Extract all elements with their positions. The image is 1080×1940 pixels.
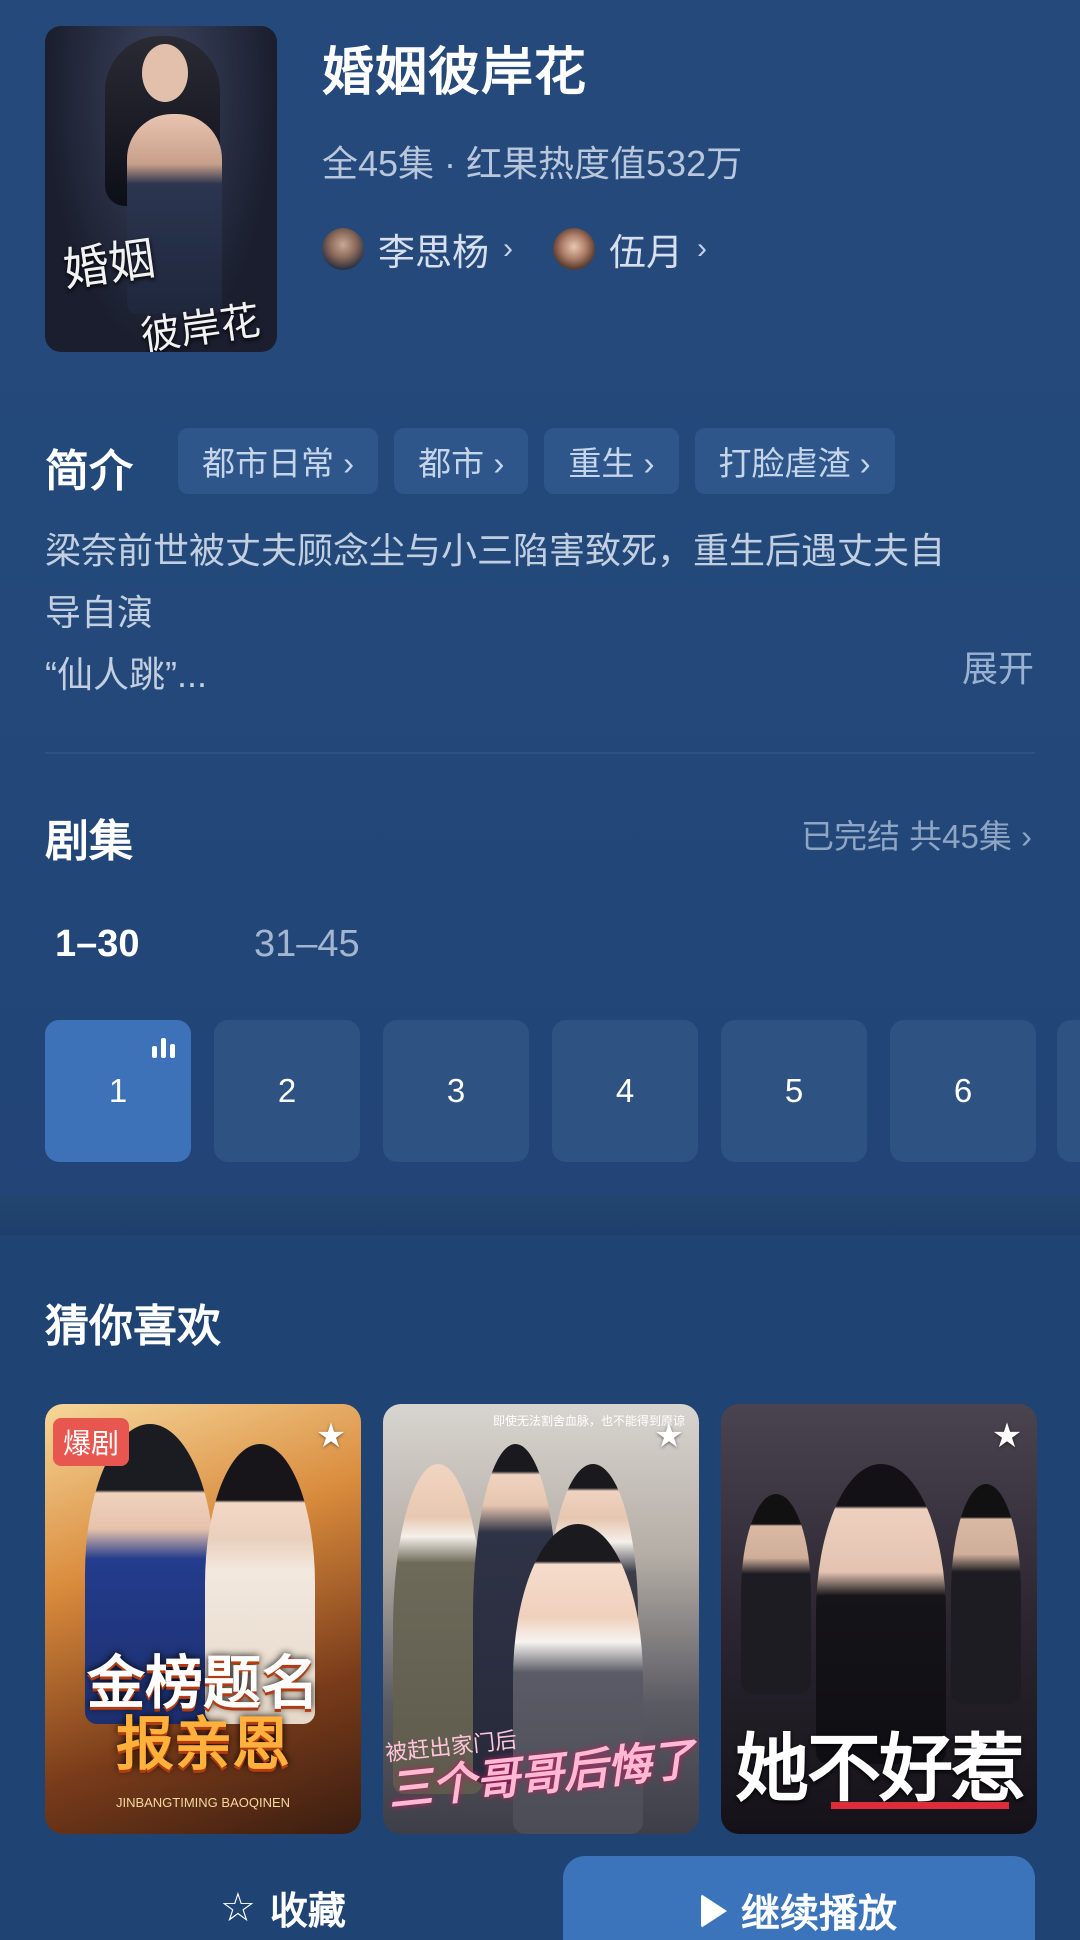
episode-number: 3 (446, 1072, 466, 1109)
actor-avatar (322, 228, 364, 270)
card-subtitle: JINBANGTIMING BAOQINEN (115, 1795, 291, 1810)
tag-chip[interactable]: 重生 › (544, 428, 679, 494)
favorite-label: 收藏 (269, 1891, 346, 1933)
play-icon (700, 1894, 727, 1928)
episode-button[interactable]: 4 (552, 1020, 698, 1162)
card-title: 金榜题名 报亲恩 (45, 1651, 361, 1777)
episode-button[interactable]: 3 (383, 1020, 529, 1162)
actor-name: 李思杨 (378, 232, 489, 273)
chevron-right-icon: › (697, 232, 707, 265)
expand-button[interactable]: 展开 (962, 640, 1034, 692)
recommend-card[interactable]: ★ 她不好惹 (721, 1404, 1037, 1834)
star-icon[interactable]: ★ (313, 1418, 349, 1454)
recommend-card[interactable]: 即使无法割舍血脉，也不能得到原谅 ★ 三个哥哥后悔了 被赶出家门后 (383, 1404, 699, 1834)
episodes-heading: 剧集 (45, 817, 133, 866)
episode-button[interactable]: 2 (214, 1020, 360, 1162)
intro-heading: 简介 (45, 447, 133, 496)
episode-number: 2 (277, 1072, 297, 1109)
episodes-status-link[interactable]: 已完结 共45集 › (801, 810, 1032, 858)
episode-button-active[interactable]: 1 (45, 1020, 191, 1162)
playing-indicator-icon (152, 1038, 175, 1058)
show-title: 婚姻彼岸花 (322, 44, 588, 102)
episode-button[interactable]: 5 (721, 1020, 867, 1162)
show-meta: 全45集 · 红果热度值532万 (322, 143, 743, 184)
recommend-heading: 猜你喜欢 (45, 1302, 221, 1351)
intro-line: 梁奈前世被丈夫顾念尘与小三陷害致死，重生后遇丈夫自 (45, 530, 946, 571)
card-figure (951, 1484, 1021, 1704)
actor-link[interactable]: 伍月 › (553, 222, 707, 276)
card-title-line2: 报亲恩 (115, 1711, 290, 1777)
actor-list: 李思杨 › 伍月 › (322, 222, 707, 276)
star-icon[interactable]: ★ (989, 1418, 1025, 1454)
intro-line: 导自演 (45, 592, 154, 633)
tag-chip[interactable]: 都市日常 › (178, 428, 379, 494)
episode-number: 4 (615, 1072, 635, 1109)
favorite-button[interactable]: ☆ 收藏 (220, 1880, 346, 1935)
actor-avatar (553, 228, 595, 270)
title-underline (831, 1802, 1009, 1809)
chevron-right-icon: › (503, 232, 513, 265)
actor-link[interactable]: 李思杨 › (322, 222, 513, 276)
star-icon[interactable]: ★ (651, 1418, 687, 1454)
hot-badge: 爆剧 (53, 1418, 130, 1466)
tag-list: 都市日常 › 都市 › 重生 › 打脸虐渣 › (178, 428, 895, 494)
episode-button[interactable]: 6 (890, 1020, 1036, 1162)
card-figure (741, 1494, 811, 1694)
continue-play-label: 继续播放 (740, 1893, 897, 1936)
card-title-line1: 金榜题名 (86, 1651, 319, 1716)
section-divider-band (0, 1195, 1080, 1235)
episode-number: 6 (953, 1072, 973, 1109)
actor-name: 伍月 (609, 232, 683, 273)
star-outline-icon: ☆ (220, 1885, 256, 1930)
divider (45, 752, 1035, 754)
card-title: 她不好惹 (735, 1727, 1025, 1810)
episode-number: 5 (784, 1072, 804, 1109)
poster-title-line1: 婚姻 (59, 230, 159, 298)
tab-range-31-45[interactable]: 31–45 (254, 923, 360, 966)
recommend-list: 爆剧 ★ 金榜题名 报亲恩 JINBANGTIMING BAOQINEN 即使无… (45, 1404, 1037, 1834)
show-poster[interactable]: 婚姻 彼岸花 (45, 26, 277, 352)
recommend-card[interactable]: 爆剧 ★ 金榜题名 报亲恩 JINBANGTIMING BAOQINEN (45, 1404, 361, 1834)
tag-chip[interactable]: 都市 › (394, 428, 529, 494)
poster-face (142, 44, 188, 102)
episode-list: 1 2 3 4 5 6 (45, 1020, 1036, 1162)
episode-number: 1 (108, 1072, 128, 1109)
intro-line: “仙人跳”... (45, 654, 207, 695)
tag-chip[interactable]: 打脸虐渣 › (694, 428, 895, 494)
intro-description[interactable]: 梁奈前世被丈夫顾念尘与小三陷害致死，重生后遇丈夫自 导自演 “仙人跳”... (45, 520, 1030, 706)
episode-button-partial[interactable] (1057, 1020, 1080, 1162)
tab-range-1-30[interactable]: 1–30 (55, 923, 140, 966)
continue-play-button[interactable]: 继续播放 (563, 1856, 1035, 1940)
